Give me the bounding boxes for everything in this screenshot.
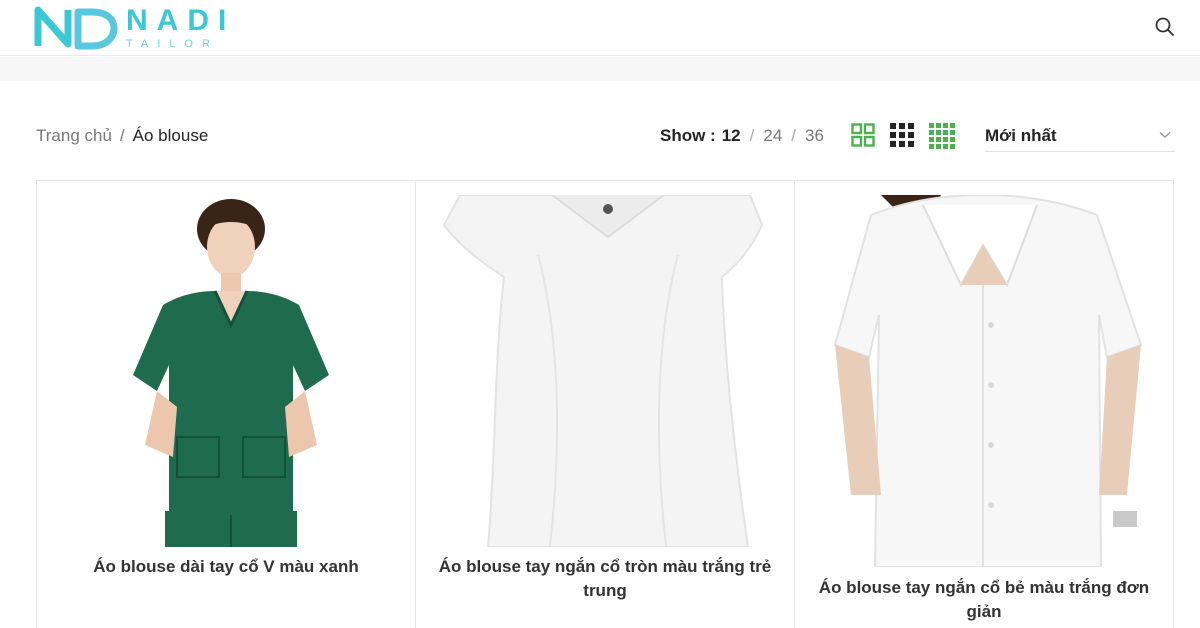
- per-page-option-36[interactable]: 36: [805, 126, 824, 145]
- product-card[interactable]: Áo blouse tay ngắn cổ bẻ màu trắng đơn g…: [795, 181, 1174, 628]
- breadcrumb-separator: /: [119, 126, 125, 145]
- view-3-columns-button[interactable]: [890, 123, 914, 152]
- site-header: NADI TAILOR: [0, 0, 1200, 56]
- logo-mark-icon: [34, 6, 118, 50]
- shop-toolbar: Trang chủ / Áo blouse Show :12/24/36 Mới…: [0, 118, 1200, 154]
- product-grid: Áo blouse dài tay cổ V màu xanh Áo blous…: [36, 180, 1174, 628]
- search-icon: [1155, 17, 1174, 36]
- logo-wordmark: NADI: [126, 4, 236, 37]
- logo-tagline: TAILOR: [126, 38, 219, 50]
- breadcrumb: Trang chủ / Áo blouse: [36, 126, 208, 146]
- grid-3x3-icon: [890, 123, 914, 147]
- product-card[interactable]: Áo blouse dài tay cổ V màu xanh: [37, 181, 416, 628]
- breadcrumb-current: Áo blouse: [132, 126, 209, 145]
- product-image[interactable]: [432, 195, 778, 547]
- sort-selected-value: Mới nhất: [985, 126, 1057, 145]
- product-image[interactable]: [811, 195, 1157, 567]
- per-page-selector: Show :12/24/36: [660, 126, 824, 145]
- product-title[interactable]: Áo blouse tay ngắn cổ bẻ màu trắng đơn g…: [815, 576, 1153, 624]
- grid-2x2-icon: [851, 123, 875, 147]
- sort-select[interactable]: Mới nhất: [985, 122, 1175, 152]
- search-button[interactable]: [1154, 16, 1176, 38]
- product-image[interactable]: [53, 195, 399, 547]
- product-title[interactable]: Áo blouse tay ngắn cổ tròn màu trắng trẻ…: [436, 555, 774, 603]
- breadcrumb-home-link[interactable]: Trang chủ: [36, 126, 112, 145]
- view-4-columns-button[interactable]: [929, 123, 955, 154]
- per-page-option-12[interactable]: 12: [722, 126, 741, 145]
- header-band: [0, 57, 1200, 81]
- per-page-label: Show :: [660, 126, 716, 145]
- site-logo[interactable]: NADI TAILOR: [34, 4, 264, 52]
- grid-4x4-icon: [929, 123, 955, 149]
- chevron-down-icon: [1159, 131, 1171, 138]
- per-page-option-24[interactable]: 24: [763, 126, 782, 145]
- view-2-columns-button[interactable]: [851, 123, 875, 152]
- product-card[interactable]: Áo blouse tay ngắn cổ tròn màu trắng trẻ…: [416, 181, 795, 628]
- product-title[interactable]: Áo blouse dài tay cổ V màu xanh: [57, 555, 395, 579]
